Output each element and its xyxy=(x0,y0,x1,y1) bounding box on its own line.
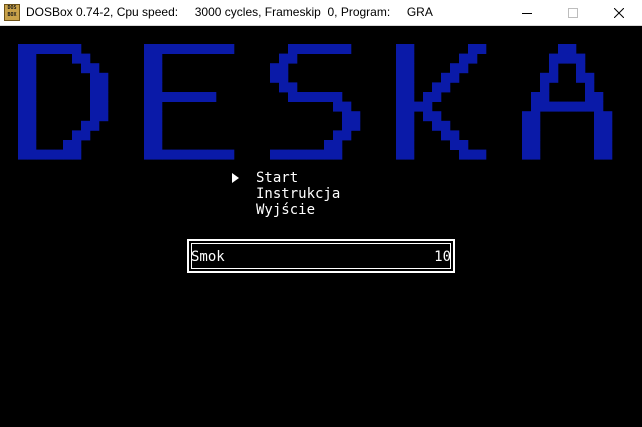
close-button[interactable] xyxy=(596,0,642,26)
dosbox-app-icon[interactable]: DOS BOX xyxy=(4,4,20,21)
deska-logo xyxy=(18,44,613,160)
high-score-inner-border xyxy=(191,243,451,269)
score-value: 10 xyxy=(434,249,451,265)
minimize-icon xyxy=(522,13,532,14)
menu-item-2[interactable]: Wyjście xyxy=(232,202,340,218)
menu-item-label: Start xyxy=(256,170,299,186)
score-player-name: Smok xyxy=(191,249,225,265)
title-bar[interactable]: DOS BOX DOSBox 0.74-2, Cpu speed: 3000 c… xyxy=(0,0,642,26)
high-score-box: Smok 10 xyxy=(187,239,455,273)
menu-item-label: Instrukcja xyxy=(256,186,341,202)
logo-letter-s xyxy=(270,44,361,160)
logo-letter-e xyxy=(144,44,235,160)
window-title: DOSBox 0.74-2, Cpu speed: 3000 cycles, F… xyxy=(26,5,433,19)
logo-letter-k xyxy=(396,44,487,160)
menu-cursor-icon xyxy=(232,173,239,183)
close-icon xyxy=(614,8,624,18)
maximize-button[interactable] xyxy=(550,0,596,26)
menu-item-label: Wyjście xyxy=(256,202,316,218)
maximize-icon xyxy=(568,8,578,18)
menu-item-1[interactable]: Instrukcja xyxy=(232,186,340,202)
logo-letter-a xyxy=(522,44,613,160)
dosbox-window: DOS BOX DOSBox 0.74-2, Cpu speed: 3000 c… xyxy=(0,0,642,427)
main-menu: Start Instrukcja Wyjście xyxy=(232,170,340,218)
game-screen: Start Instrukcja Wyjście Smok 10 xyxy=(0,26,642,427)
menu-item-0[interactable]: Start xyxy=(232,170,340,186)
minimize-button[interactable] xyxy=(504,0,550,26)
logo-letter-d xyxy=(18,44,109,160)
